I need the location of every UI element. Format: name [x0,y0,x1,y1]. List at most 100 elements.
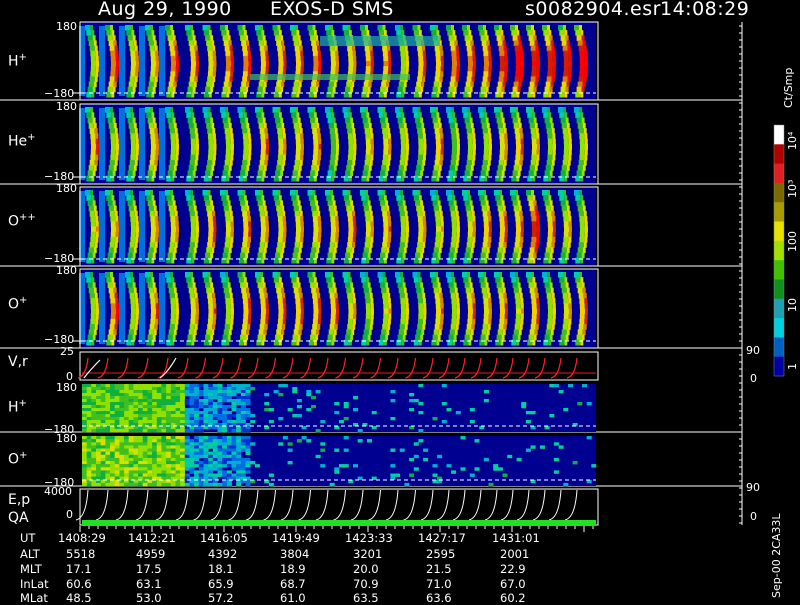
spectrum-cell [334,411,340,415]
spectrum-cell [147,436,153,440]
spectrum-cell [537,144,540,150]
table-cell: 1431:01 [492,531,540,545]
spectrum-cell [240,461,246,465]
spectrum-cell [172,252,176,259]
spectrum-cell [527,277,533,283]
spectrum-cell [245,448,251,452]
spectrum-cell [166,112,172,119]
spectrum-cell [230,318,234,325]
spectrum-cell [259,128,265,134]
spectrum-cell [210,282,214,289]
spectrum-cell [190,133,196,140]
spectrum-cell [451,298,457,304]
spectrum-cell [190,107,193,113]
spectrum-cell [161,451,167,455]
spectrum-cell [242,272,246,278]
spectrum-cell [195,71,199,77]
spectrum-cell [547,190,550,196]
spectrum-cell [494,190,499,196]
spectrum-cell [385,170,389,177]
spectrum-cell [468,277,472,283]
spectrum-cell [451,138,457,145]
spectrum-cell [561,247,567,254]
spectrum-cell [257,86,263,93]
spectrum-cell [191,226,196,233]
spectrum-cell [133,470,139,474]
spectrum-cell [148,329,154,336]
spectrum-cell [152,464,158,468]
spectrum-cell [156,461,162,465]
spectrum-cell [553,61,556,67]
spectrum-cell [226,30,230,36]
spectrum-cell [108,247,114,254]
spectrum-cell [504,66,508,72]
spectrum-cell [150,272,153,278]
spectrum-cell [138,384,144,388]
spectrum-cell [166,402,172,406]
spectrum-cell [142,417,148,421]
spectrum-cell [568,149,572,156]
spectrum-cell [225,236,231,243]
spectrum-cell [241,247,247,254]
spectrum-cell [168,247,174,254]
rtick-ep-max: 90 [746,481,760,494]
spectrum-cell [343,195,349,201]
spectrum-cell [399,159,405,166]
spectrum-cell [171,277,175,283]
table-cell: 70.9 [353,577,379,591]
spectrum-cell [115,66,119,72]
spectrum-cell [308,30,314,36]
spectrum-cell [536,133,540,140]
spectrum-cell [417,318,423,325]
spectrum-cell [208,445,214,449]
spectrum-cell [295,272,298,278]
spectrum-cell [420,282,424,289]
spectrum-cell [100,402,106,406]
spectrum-cell [226,61,231,67]
spectrum-cell [295,154,301,161]
spectrum-cell [501,282,505,289]
spectrum-cell [346,247,352,254]
spectrum-cell [581,282,585,289]
spectrum-cell [226,339,230,346]
spectrum-cell [86,112,92,119]
spectrum-cell [133,411,139,415]
spectrum-cell [275,252,281,259]
spectrum-cell [275,86,281,93]
spectrum-cell [156,390,162,394]
spectrum-cell [277,154,283,161]
spectrum-cell [166,429,172,433]
spectrum-cell [207,298,213,304]
spectrum-cell [568,216,572,222]
spectrum-cell [264,159,268,166]
spectrum-cell [465,329,471,336]
spectrum-cell [473,144,476,150]
spectrum-cell [549,117,553,124]
spectrum-cell [100,461,106,465]
spectrum-cell [100,393,106,397]
spectrum-cell [100,436,106,440]
spectrum-cell [454,329,458,336]
spectrum-cell [133,396,139,400]
spectrum-cell [586,402,592,406]
spectrum-cell [390,399,396,403]
spectrum-cell [90,138,96,145]
spectrum-cell [514,45,520,52]
spectrum-cell [192,282,196,289]
spectrum-cell [497,205,503,212]
spectrum-cell [110,55,116,62]
spectrum-cell [236,387,242,391]
spectrum-cell [405,138,409,145]
spectrum-cell [217,467,223,471]
spectrum-cell [114,384,120,388]
spectrum-cell [173,40,177,46]
spectrum-cell [527,30,533,36]
spectrum-cell [248,231,252,238]
spectrum-cell [133,402,139,406]
spectrum-cell [546,324,552,330]
spectrum-cell [135,216,139,222]
header-time: 14:08:29 [660,0,750,20]
spectrum-cell [261,91,265,98]
spectrum-cell [242,292,248,299]
spectrum-cell [147,476,153,480]
